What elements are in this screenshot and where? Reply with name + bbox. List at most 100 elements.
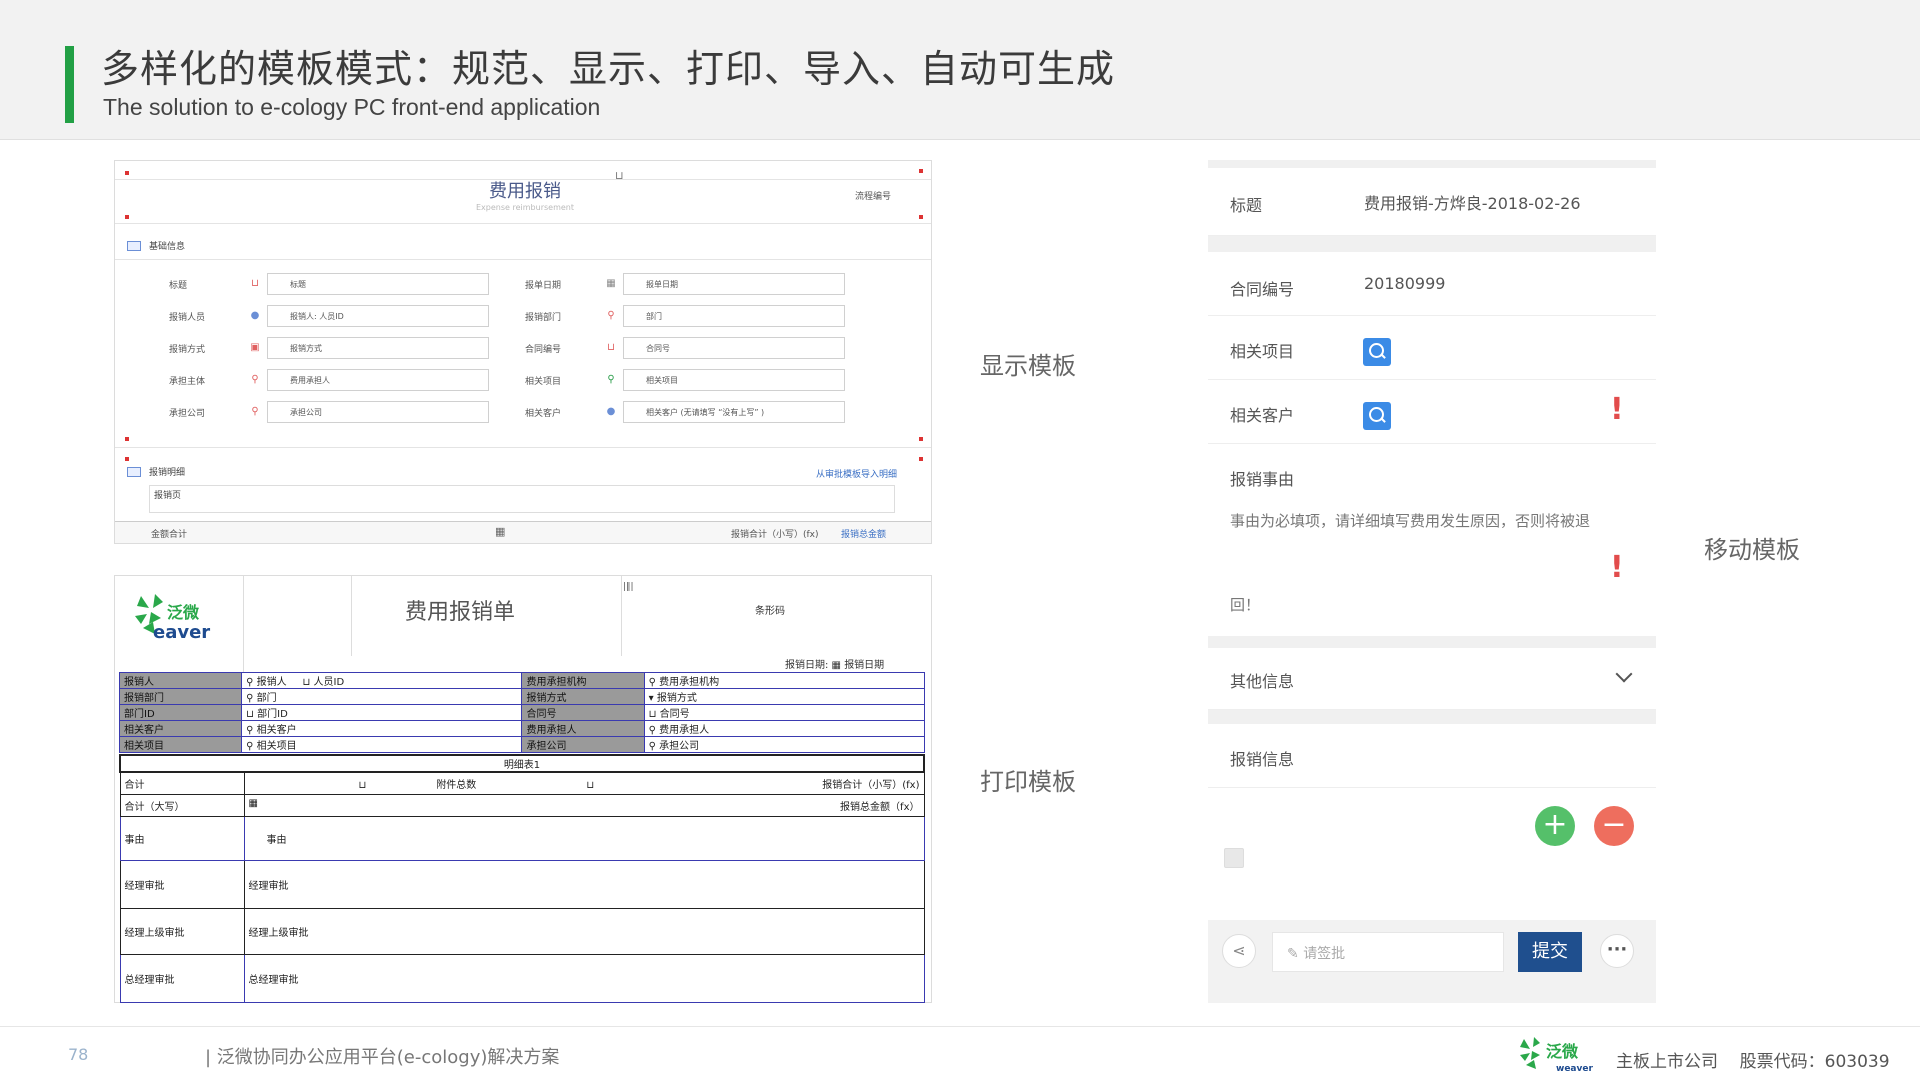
display-template-panel: 费用报销 Expense reimbursement ⊔ 流程编号 基础信息 标…: [114, 160, 932, 544]
search-icon: ⚲: [251, 374, 259, 385]
divider: [1208, 636, 1656, 648]
svg-text:eaver: eaver: [153, 622, 210, 643]
field-input[interactable]: 报销方式: [267, 337, 489, 359]
svg-text:泛微: 泛微: [1546, 1042, 1579, 1061]
svg-text:weaver: weaver: [1556, 1064, 1593, 1074]
display-form-subtitle: Expense reimbursement: [476, 203, 574, 212]
project-search-button[interactable]: [1363, 338, 1391, 366]
field-input[interactable]: 标题: [267, 273, 489, 295]
accent-bar: [65, 46, 74, 123]
field-row: 标题 ⊔ 标题: [169, 273, 489, 295]
slide-header: 多样化的模板模式：规范、显示、打印、导入、自动可生成 The solution …: [0, 0, 1920, 140]
field-row: 报销部门 ⚲ 部门: [525, 305, 845, 327]
field-row: 报销人员 ● 报销人: 人员ID: [169, 305, 489, 327]
company-info: 主板上市公司 股票代码：603039: [1616, 1052, 1890, 1072]
footer-caption: | 泛微协同办公应用平台(e-cology)解决方案: [205, 1047, 560, 1068]
slide-footer: 78 | 泛微协同办公应用平台(e-cology)解决方案 泛微 weaver …: [0, 1026, 1920, 1080]
title-value[interactable]: 费用报销-方烨良-2018-02-26: [1364, 190, 1581, 214]
table-row: 相关客户 ⚲ 相关客户 费用承担人 ⚲ 费用承担人: [118, 720, 926, 737]
row-checkbox[interactable]: [1224, 848, 1244, 868]
search-icon: ⚲: [251, 406, 259, 417]
required-icon: !: [1610, 550, 1624, 585]
print-detail-table: 明细表1 合计 ⊔ 附件总数 ⊔ 报销合计（小写）(fx) 合计（大写） ▦ 报销总金额…: [119, 754, 925, 1003]
table-row: 总经理审批 总经理审批: [119, 953, 925, 1003]
corner-marker: [125, 171, 129, 175]
calendar-icon: ▦: [606, 278, 616, 289]
search-icon: ⚲: [607, 374, 615, 385]
corner-marker: [919, 215, 923, 219]
detail-row: 报销页: [154, 491, 182, 501]
divider: [243, 576, 244, 672]
field-input[interactable]: 合同号: [623, 337, 845, 359]
table-row: 明细表1: [119, 754, 925, 773]
slide-title: 多样化的模板模式：规范、显示、打印、导入、自动可生成: [101, 47, 1116, 91]
table-row: 部门ID ⊔ 部门ID 合同号 ⊔ 合同号: [118, 704, 926, 721]
field-row: 报单日期 ▦ 报单日期: [525, 273, 845, 295]
more-icon[interactable]: ···: [1600, 934, 1634, 968]
mobile-template-label: 移动模板: [1704, 536, 1800, 564]
corner-marker: [125, 215, 129, 219]
browse-icon: ●: [606, 406, 616, 417]
barcode-icon: |‖|: [623, 582, 634, 592]
add-row-button[interactable]: +: [1535, 806, 1575, 846]
sign-input[interactable]: ✎ 请签批: [1272, 932, 1504, 972]
corner-marker: [919, 169, 923, 173]
chevron-down-icon: [1615, 665, 1633, 683]
contract-value[interactable]: 20180999: [1364, 274, 1445, 293]
mobile-customer-row: 相关客户 !: [1208, 380, 1656, 444]
divider: [115, 259, 931, 260]
table-row: 报销部门 ⚲ 部门 报销方式 ▾ 报销方式: [118, 688, 926, 705]
display-form-title: 费用报销: [489, 181, 561, 202]
print-barcode-label: 条形码: [755, 606, 785, 617]
slide-subtitle: The solution to e-cology PC front-end ap…: [103, 94, 601, 120]
corner-marker: [919, 457, 923, 461]
total-right-label: 报销合计（小写）(fx): [731, 530, 819, 540]
field-row: 承担公司 ⚲ 承担公司: [169, 401, 489, 423]
print-date: 报销日期: ▦ 报销日期: [785, 660, 885, 671]
mobile-project-row: 相关项目: [1208, 316, 1656, 380]
field-input[interactable]: 报销人: 人员ID: [267, 305, 489, 327]
total-amount-link[interactable]: 报销总金额: [841, 527, 886, 540]
import-detail-link[interactable]: 从审批模板导入明细: [816, 467, 897, 480]
section-basic-info: 基础信息: [127, 239, 185, 252]
display-total-bar: 金额合计 ▦ 报销合计（小写）(fx) 报销总金额: [115, 521, 931, 543]
mobile-title-row: 标题 费用报销-方烨良-2018-02-26: [1208, 168, 1656, 236]
section-detail: 报销明细: [127, 465, 185, 478]
field-row: 合同编号 ⊔ 合同号: [525, 337, 845, 359]
mobile-other-info-row[interactable]: 其他信息: [1208, 648, 1656, 710]
divider: [1208, 160, 1656, 168]
weaver-logo: 泛微 weaver: [1520, 1037, 1593, 1074]
field-input[interactable]: 费用承担人: [267, 369, 489, 391]
reason-textarea-tail: 回！: [1230, 596, 1261, 614]
divider: [115, 447, 931, 448]
field-input[interactable]: 相关项目: [623, 369, 845, 391]
submit-button[interactable]: 提交: [1518, 932, 1582, 972]
section-icon: [127, 466, 141, 477]
mobile-reason-row: 报销事由 事由为必填项，请详细填写费用发生原因，否则将被退 ! 回！: [1230, 470, 1624, 614]
detail-table: 报销页: [149, 485, 895, 513]
browse-icon: ●: [250, 310, 260, 321]
reason-textarea[interactable]: 事由为必填项，请详细填写费用发生原因，否则将被退: [1230, 510, 1590, 531]
table-icon: ▦: [495, 525, 506, 538]
print-form-title: 费用报销单: [405, 600, 516, 625]
pencil-icon: ✎: [1287, 946, 1299, 962]
table-row: 报销人 ⚲ 报销人 ⊔ 人员ID 费用承担机构 ⚲ 费用承担机构: [118, 672, 926, 689]
weaver-logo: 泛微 eaver: [135, 594, 210, 643]
select-icon: ▣: [250, 342, 260, 353]
field-input[interactable]: 相关客户 (无请填写 “没有上写” ): [623, 401, 845, 423]
divider: [621, 576, 622, 656]
divider: [351, 576, 352, 656]
divider: [1208, 236, 1656, 252]
display-code-label: 流程编号: [855, 192, 892, 202]
customer-search-button[interactable]: [1363, 402, 1391, 430]
divider: [1208, 710, 1656, 724]
share-icon[interactable]: ⋖: [1222, 934, 1256, 968]
field-input[interactable]: 报单日期: [623, 273, 845, 295]
field-row: 承担主体 ⚲ 费用承担人: [169, 369, 489, 391]
field-row: 相关客户 ● 相关客户 (无请填写 “没有上写” ): [525, 401, 845, 423]
remove-row-button[interactable]: −: [1594, 806, 1634, 846]
field-input[interactable]: 部门: [623, 305, 845, 327]
corner-marker: [125, 437, 129, 441]
mobile-template-panel: 标题 费用报销-方烨良-2018-02-26 合同编号 20180999 相关项…: [1208, 160, 1656, 1003]
field-input[interactable]: 承担公司: [267, 401, 489, 423]
